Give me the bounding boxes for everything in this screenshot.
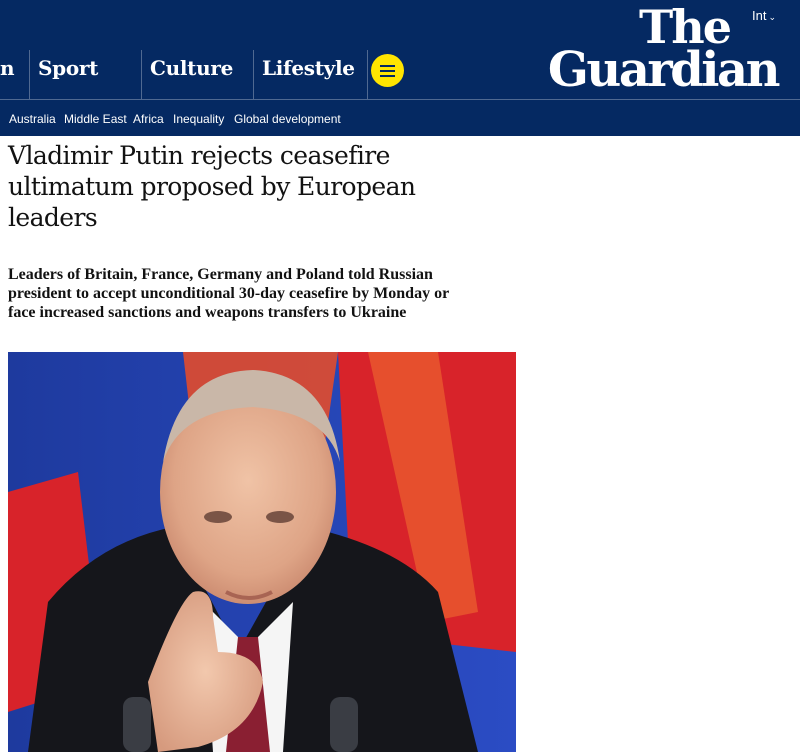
subnav-item-inequality[interactable]: Inequality <box>173 112 224 126</box>
guardian-logo[interactable]: The Guardian <box>508 4 781 98</box>
subnav-item-australia[interactable]: Australia <box>9 112 56 126</box>
article-main-image <box>8 352 516 752</box>
hamburger-menu-icon <box>380 70 395 72</box>
portrait-photo-illustration <box>8 352 516 752</box>
nav-pillar-label: n <box>0 56 15 80</box>
subnav-item-global-development[interactable]: Global development <box>234 112 341 126</box>
nav-pillar-sport[interactable]: Sport <box>29 50 142 99</box>
hamburger-menu-icon <box>380 65 395 67</box>
nav-divider <box>367 50 368 99</box>
subnav-item-africa[interactable]: Africa <box>133 112 164 126</box>
nav-pillar-label: Culture <box>150 56 233 80</box>
sub-navigation: Australia Middle East Africa Inequality … <box>0 99 800 136</box>
nav-pillar-label: Sport <box>38 56 99 80</box>
nav-pillar-culture[interactable]: Culture <box>141 50 254 99</box>
hamburger-menu-icon <box>380 75 395 77</box>
article-headline: Vladimir Putin rejects ceasefire ultimat… <box>8 141 416 232</box>
article-standfirst: Leaders of Britain, France, Germany and … <box>8 266 449 321</box>
subnav-item-middle-east[interactable]: Middle East <box>64 112 127 126</box>
nav-pillar-label: Lifestyle <box>262 56 355 80</box>
nav-pillar-lifestyle[interactable]: Lifestyle <box>253 50 367 99</box>
logo-line-guardian: Guardian <box>547 42 781 98</box>
menu-button[interactable] <box>371 54 404 87</box>
site-header: n Sport Culture Lifestyle Int ⌄ The Guard… <box>0 0 800 99</box>
nav-pillar-news[interactable]: n <box>0 50 30 99</box>
